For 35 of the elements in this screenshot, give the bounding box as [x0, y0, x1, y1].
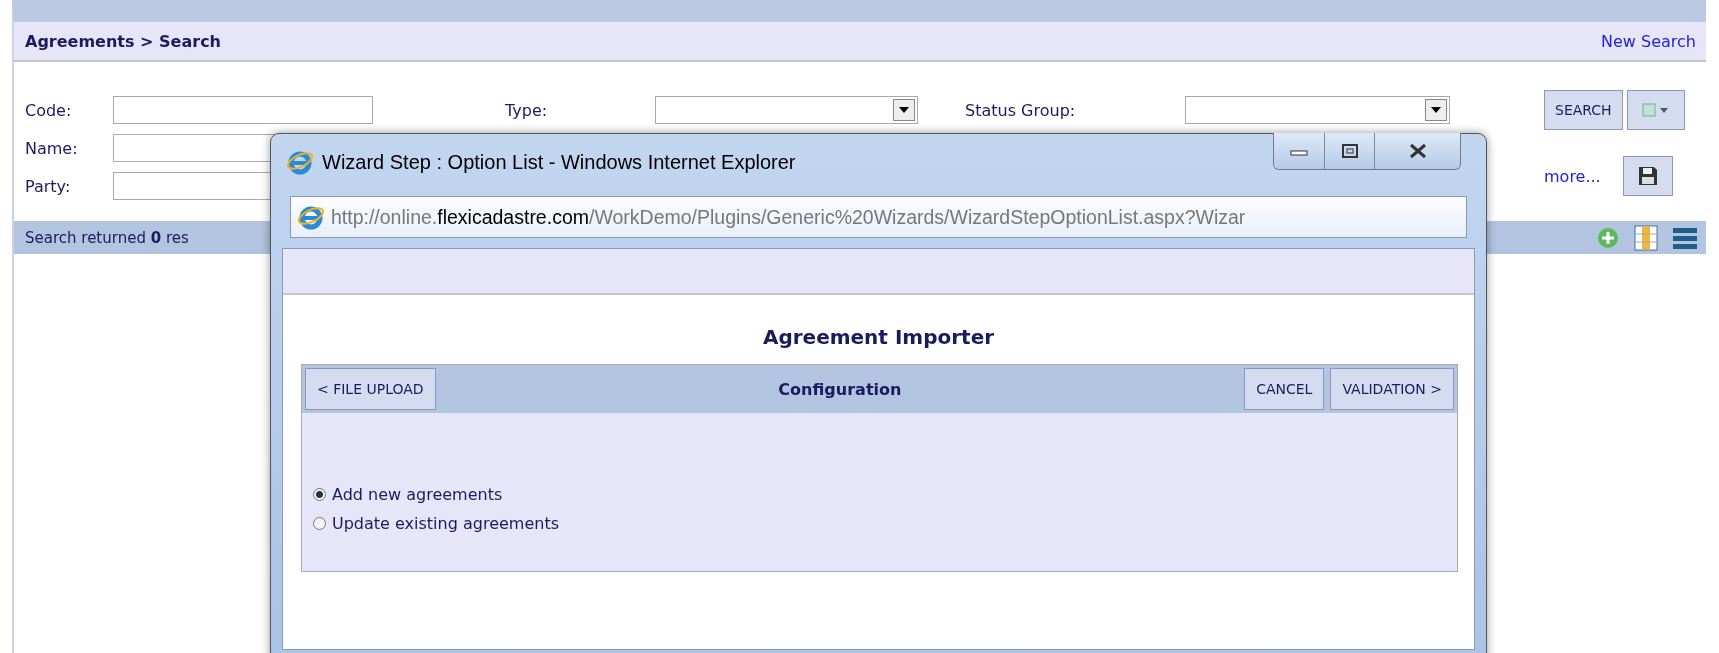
cancel-button[interactable]: CANCEL [1244, 368, 1325, 410]
option-label: Update existing agreements [332, 514, 559, 533]
option-label: Add new agreements [332, 485, 503, 504]
close-icon [1407, 143, 1428, 159]
save-icon [1636, 165, 1659, 187]
field-label: Party: [25, 176, 72, 196]
save-button[interactable] [1622, 156, 1673, 196]
new-search-link[interactable]: New Search [1601, 31, 1696, 51]
field-label: Type: [505, 100, 549, 120]
add-icon[interactable] [1596, 225, 1620, 250]
dropdown-field[interactable] [655, 96, 918, 124]
list-icon[interactable] [1672, 225, 1698, 250]
back-button[interactable]: < FILE UPLOAD [305, 368, 436, 410]
next-button[interactable]: VALIDATION > [1330, 368, 1454, 410]
dropdown-field[interactable] [1185, 96, 1450, 124]
wizard-title: Agreement Importer [761, 324, 996, 351]
maximize-icon [1341, 144, 1358, 158]
results-text: Search returned 0 res [25, 228, 189, 247]
window-title: Wizard Step : Option List - Windows Internet Explorer [322, 150, 796, 174]
breadcrumb: Agreements > Search [25, 31, 221, 51]
field-label: Name: [25, 138, 79, 158]
step-title: Configuration [777, 379, 903, 399]
search-button[interactable]: SEARCH [1544, 90, 1623, 130]
radio-button[interactable] [313, 488, 326, 501]
field-label: Code: [25, 100, 73, 120]
square-caret-icon [1640, 102, 1671, 118]
text-field[interactable] [113, 96, 373, 124]
maximize-button[interactable] [1324, 133, 1374, 169]
radio-button[interactable] [313, 517, 326, 530]
columns-icon[interactable] [1634, 224, 1658, 251]
more-link[interactable]: more... [1544, 166, 1601, 186]
options-dropdown-button[interactable] [1626, 90, 1685, 130]
close-button[interactable] [1374, 133, 1460, 169]
url-text: http://online.flexicadastre.com/WorkDemo/Plugins/Generic%20Wizards/WizardStepOptionList.aspx?Wizar [331, 205, 1246, 229]
field-label: Status Group: [965, 100, 1077, 120]
